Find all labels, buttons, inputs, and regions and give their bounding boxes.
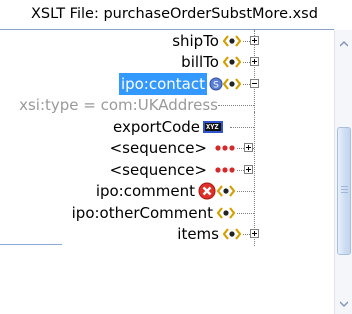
scrollbar-thumb[interactable]	[337, 127, 351, 255]
element-icon	[222, 34, 242, 48]
tree-node-exportcode[interactable]: exportCode XYZ	[0, 116, 230, 138]
file-title: XSLT File: purchaseOrderSubstMore.xsd	[31, 6, 318, 22]
sequence-icon	[214, 141, 236, 155]
simple-type-icon-text: XYZ	[206, 123, 219, 131]
vertical-scrollbar[interactable]	[334, 30, 352, 314]
node-label: ipo:comment	[95, 182, 195, 200]
tree-connector-child	[254, 112, 256, 246]
error-icon	[198, 182, 216, 200]
element-icon	[216, 184, 236, 198]
title-bar: XSLT File: purchaseOrderSubstMore.xsd	[0, 0, 352, 30]
element-icon	[216, 206, 236, 220]
tree-node-sequence[interactable]: <sequence>	[0, 159, 237, 181]
node-label: shipTo	[172, 32, 219, 50]
schema-tree[interactable]: shipTo billTo ipo:contact S xsi:type = c…	[0, 30, 334, 314]
node-label: <sequence>	[109, 139, 207, 157]
tree-node-ipo-comment[interactable]: ipo:comment	[0, 180, 237, 202]
node-label: ipo:otherComment	[71, 204, 213, 222]
simple-type-icon: XYZ	[203, 120, 223, 134]
node-label: xsi:type = com:UKAddress	[19, 96, 218, 114]
tree-node-sequence[interactable]: <sequence>	[0, 137, 237, 159]
expand-toggle[interactable]	[250, 36, 259, 45]
expand-toggle[interactable]	[250, 57, 259, 66]
expand-toggle[interactable]	[250, 229, 259, 238]
element-icon	[222, 77, 242, 91]
tree-node-shipto[interactable]: shipTo	[0, 30, 243, 52]
sequence-icon	[214, 163, 236, 177]
node-label: exportCode	[113, 118, 200, 136]
node-label: <sequence>	[109, 161, 207, 179]
scroll-up-icon[interactable]	[340, 40, 348, 48]
node-label-selected: ipo:contact	[118, 73, 207, 95]
expand-toggle[interactable]	[244, 143, 253, 152]
svg-text:S: S	[213, 81, 219, 91]
scroll-down-icon[interactable]	[340, 300, 348, 308]
element-icon	[222, 55, 242, 69]
tree-node-billto[interactable]: billTo	[0, 51, 243, 73]
tree-node-ipo-contact[interactable]: ipo:contact S	[0, 73, 243, 95]
element-icon	[222, 227, 242, 241]
node-label: billTo	[181, 53, 219, 71]
substitution-icon: S	[209, 77, 223, 91]
collapse-toggle[interactable]	[250, 79, 259, 88]
expand-toggle[interactable]	[244, 165, 253, 174]
node-label: items	[177, 225, 219, 243]
tree-node-xsi-type[interactable]: xsi:type = com:UKAddress	[0, 94, 218, 116]
tree-node-ipo-othercomment[interactable]: ipo:otherComment	[64, 202, 237, 224]
tree-node-items[interactable]: items	[0, 223, 243, 245]
